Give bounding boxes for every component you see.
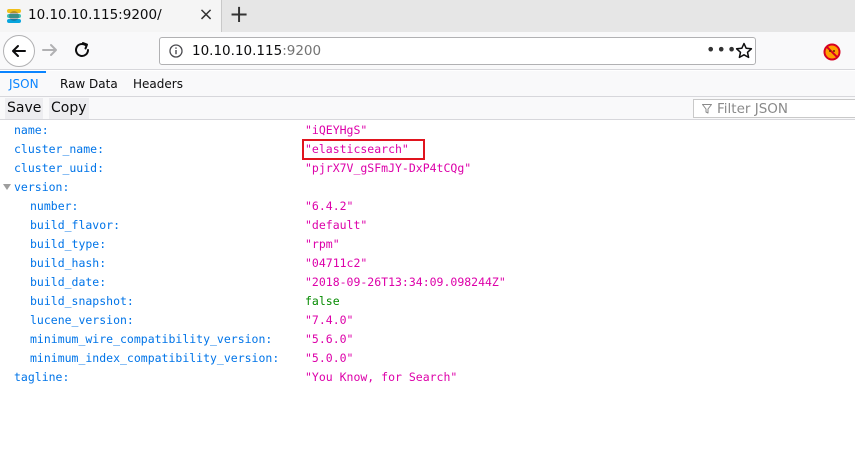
json-key: build_flavor: [30,218,121,232]
json-value: "You Know, for Search" [305,370,458,384]
json-key: minimum_wire_compatibility_version: [30,332,273,346]
json-key: build_type: [30,237,107,251]
browser-tab[interactable]: 10.10.10.115:9200/ × [0,0,222,32]
back-button[interactable] [3,35,35,67]
filter-placeholder: Filter JSON [717,101,789,117]
save-button[interactable]: Save [5,98,44,119]
json-viewer-tabs: JSON Raw Data Headers [0,71,855,97]
page-actions-button[interactable]: ••• [706,41,736,61]
address-bar[interactable]: 10.10.10.115:9200 ••• [159,37,756,65]
json-key: build_hash: [30,256,107,270]
arrow-right-icon[interactable] [38,38,62,62]
copy-button[interactable]: Copy [49,98,89,119]
json-toolbar: Save Copy Filter JSON [0,97,855,120]
json-value: "7.4.0" [305,313,354,327]
json-value: "2018-09-26T13:34:09.098244Z" [305,275,506,289]
active-tab-indicator [0,71,46,73]
json-key: lucene_version: [30,313,134,327]
navigation-toolbar: 10.10.10.115:9200 ••• [0,32,855,70]
json-row-min-index-compat[interactable]: minimum_index_compatibility_version: "5.… [0,349,855,368]
tab-strip: 10.10.10.115:9200/ × + [0,0,855,32]
json-row-number[interactable]: number: "6.4.2" [0,197,855,216]
elasticsearch-logo-icon [7,9,21,23]
star-icon[interactable] [734,41,754,61]
json-row-build-hash[interactable]: build_hash: "04711c2" [0,254,855,273]
json-value: "5.6.0" [305,332,354,346]
json-key: minimum_index_compatibility_version: [30,351,280,365]
json-row-min-wire-compat[interactable]: minimum_wire_compatibility_version: "5.6… [0,330,855,349]
json-key: build_date: [30,275,107,289]
json-row-name[interactable]: name: "iQEYHgS" [0,121,855,140]
close-tab-icon[interactable]: × [196,5,216,25]
json-key: cluster_name: [14,142,105,156]
json-row-tagline[interactable]: tagline: "You Know, for Search" [0,368,855,387]
url-text[interactable]: 10.10.10.115:9200 [192,43,321,59]
blocked-addon-icon[interactable] [822,42,842,62]
json-key: name: [14,123,49,137]
json-key: cluster_uuid: [14,161,105,175]
arrow-left-icon [12,45,26,57]
json-row-build-date[interactable]: build_date: "2018-09-26T13:34:09.098244Z… [0,273,855,292]
info-icon[interactable] [169,44,183,58]
json-value: "5.0.0" [305,351,354,365]
url-port: :9200 [282,43,322,59]
json-value: "default" [305,218,368,232]
annotation-highlight-box [302,139,425,160]
json-row-build-flavor[interactable]: build_flavor: "default" [0,216,855,235]
json-value: "pjrX7V_gSFmJY-DxP4tCQg" [305,161,472,175]
collapse-triangle-icon[interactable] [3,184,11,190]
json-value: "rpm" [305,237,340,251]
json-row-lucene-version[interactable]: lucene_version: "7.4.0" [0,311,855,330]
json-value: false [305,294,340,308]
filter-json-input[interactable]: Filter JSON [693,99,855,118]
tab-json[interactable]: JSON [9,71,39,97]
json-key: build_snapshot: [30,294,134,308]
funnel-icon [702,104,712,114]
tab-raw-data[interactable]: Raw Data [60,71,118,97]
json-row-build-snapshot[interactable]: build_snapshot: false [0,292,855,311]
json-row-cluster-uuid[interactable]: cluster_uuid: "pjrX7V_gSFmJY-DxP4tCQg" [0,159,855,178]
json-row-cluster-name[interactable]: cluster_name: "elasticsearch" [0,140,855,159]
json-row-version[interactable]: version: [0,178,855,197]
json-value: "04711c2" [305,256,368,270]
json-row-build-type[interactable]: build_type: "rpm" [0,235,855,254]
tab-headers[interactable]: Headers [133,71,183,97]
json-value: "6.4.2" [305,199,354,213]
tab-title: 10.10.10.115:9200/ [28,7,162,23]
json-key: version: [14,180,70,194]
reload-icon[interactable] [70,38,94,62]
json-key: tagline: [14,370,70,384]
json-key: number: [30,199,79,213]
json-value: "iQEYHgS" [305,123,368,137]
url-host: 10.10.10.115 [192,43,283,59]
new-tab-button[interactable]: + [228,2,250,27]
